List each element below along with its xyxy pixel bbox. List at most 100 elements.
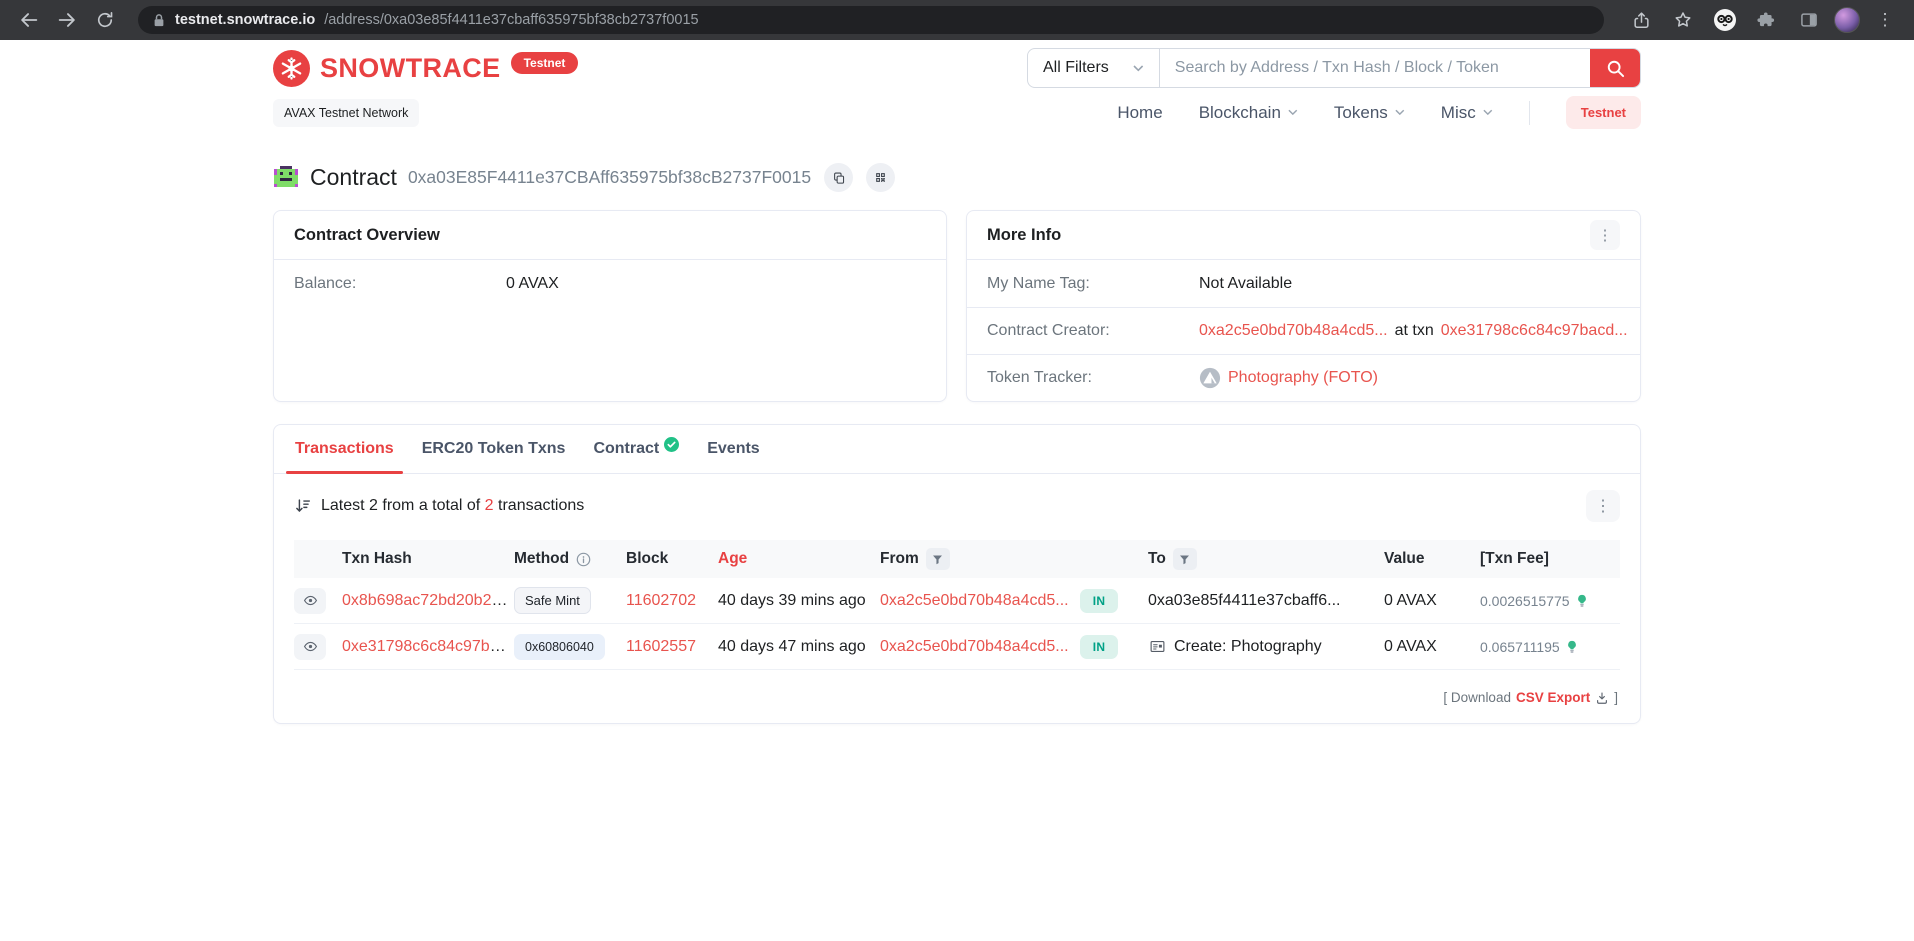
- from-address-link[interactable]: 0xa2c5e0bd70b48a4cd5...: [880, 592, 1069, 609]
- address-bar[interactable]: testnet.snowtrace.io/address/0xa03e85f44…: [138, 6, 1604, 34]
- gas-bulb-icon[interactable]: [1575, 593, 1589, 609]
- contract-identicon: [273, 166, 299, 190]
- more-info-menu-button[interactable]: ⋮: [1590, 220, 1620, 250]
- chevron-down-icon: [1133, 65, 1144, 72]
- col-txn-fee: [Txn Fee]: [1480, 550, 1620, 568]
- search-button[interactable]: [1590, 49, 1640, 87]
- age-value: 40 days 47 mins ago: [718, 638, 876, 656]
- nav-blockchain[interactable]: Blockchain: [1199, 103, 1298, 123]
- tab-erc20-token-txns[interactable]: ERC20 Token Txns: [408, 425, 580, 473]
- creator-txn-link[interactable]: 0xe31798c6c84c97bacd...: [1441, 322, 1628, 340]
- txn-hash-link[interactable]: 0x8b698ac72bd20b2a64...: [342, 592, 510, 609]
- copy-address-button[interactable]: [824, 163, 853, 192]
- to-address: 0xa03e85f4411e37cbaff6...: [1148, 592, 1380, 610]
- eye-icon: [303, 593, 318, 608]
- lock-icon: [152, 13, 166, 28]
- from-address-link[interactable]: 0xa2c5e0bd70b48a4cd5...: [880, 638, 1069, 655]
- direction-badge: IN: [1080, 589, 1118, 613]
- direction-badge: IN: [1080, 635, 1118, 659]
- url-host: testnet.snowtrace.io: [175, 12, 315, 28]
- age-value: 40 days 39 mins ago: [718, 592, 876, 610]
- snowtrace-logo-icon: [273, 50, 310, 87]
- search-input[interactable]: [1160, 49, 1590, 87]
- copy-icon: [832, 171, 846, 185]
- download-icon: [1595, 691, 1609, 705]
- page-title: Contract 0xa03E85F4411e37CBAff635975bf38…: [273, 163, 1641, 192]
- chevron-down-icon: [1288, 109, 1298, 116]
- col-value: Value: [1384, 550, 1476, 568]
- reload-icon[interactable]: [88, 4, 122, 36]
- qr-code-icon: [874, 171, 887, 184]
- main-content: Contract 0xa03E85F4411e37CBAff635975bf38…: [273, 163, 1641, 724]
- value-cell: 0 AVAX: [1384, 638, 1476, 656]
- info-icon[interactable]: [576, 552, 591, 567]
- block-link[interactable]: 11602702: [626, 592, 696, 609]
- forward-icon[interactable]: [50, 4, 84, 36]
- chevron-down-icon: [1395, 109, 1405, 116]
- txn-summary-text: Latest 2 from a total of 2 transactions: [321, 497, 584, 515]
- nav-misc[interactable]: Misc: [1441, 103, 1493, 123]
- share-icon[interactable]: [1624, 4, 1658, 36]
- contract-creator-label: Contract Creator:: [987, 322, 1199, 340]
- col-from: From: [880, 548, 1076, 570]
- search-filter-dropdown[interactable]: All Filters: [1028, 49, 1160, 87]
- preview-txn-button[interactable]: [294, 588, 326, 614]
- back-icon[interactable]: [12, 4, 46, 36]
- sort-icon: [294, 497, 312, 515]
- block-link[interactable]: 11602557: [626, 638, 696, 655]
- verified-check-icon: [664, 437, 679, 452]
- contract-address: 0xa03E85F4411e37CBAff635975bf38cB2737F00…: [408, 167, 811, 188]
- owl-extension-icon[interactable]: [1708, 4, 1742, 36]
- chevron-down-icon: [1483, 109, 1493, 116]
- col-txn-hash: Txn Hash: [342, 550, 510, 568]
- eye-icon: [303, 639, 318, 654]
- preview-txn-button[interactable]: [294, 634, 326, 660]
- nav-home[interactable]: Home: [1117, 103, 1162, 123]
- profile-avatar[interactable]: [1834, 7, 1860, 33]
- snowtrace-logo[interactable]: SNOWTRACE Testnet: [273, 50, 578, 87]
- gas-bulb-icon[interactable]: [1565, 639, 1579, 655]
- txn-total-count: 2: [485, 497, 494, 514]
- main-nav: Home Blockchain Tokens Misc Testnet: [1117, 96, 1641, 129]
- search-bar: All Filters: [1027, 48, 1641, 88]
- contract-overview-card: Contract Overview Balance: 0 AVAX: [273, 210, 947, 402]
- col-method: Method: [514, 550, 622, 568]
- nav-tokens[interactable]: Tokens: [1334, 103, 1405, 123]
- transactions-menu-button[interactable]: ⋮: [1586, 490, 1620, 522]
- creator-address-link[interactable]: 0xa2c5e0bd70b48a4cd5...: [1199, 322, 1388, 340]
- col-block: Block: [626, 550, 714, 568]
- from-filter-button[interactable]: [926, 548, 950, 570]
- tab-transactions[interactable]: Transactions: [281, 425, 408, 473]
- site-header: SNOWTRACE Testnet All Filters AVAX Testn…: [0, 40, 1914, 141]
- chrome-menu-icon[interactable]: ⋮: [1868, 4, 1902, 36]
- side-panel-icon[interactable]: [1792, 4, 1826, 36]
- more-info-card-title: More Info: [987, 226, 1061, 245]
- table-header-row: Txn Hash Method Block Age From To Value …: [294, 540, 1620, 578]
- table-row: 0x8b698ac72bd20b2a64... Safe Mint 116027…: [294, 578, 1620, 624]
- url-path: /address/0xa03e85f4411e37cbaff635975bf38…: [324, 12, 698, 28]
- search-filter-label: All Filters: [1043, 59, 1109, 77]
- browser-chrome: testnet.snowtrace.io/address/0xa03e85f44…: [0, 0, 1914, 40]
- name-tag-value: Not Available: [1199, 275, 1292, 293]
- brand-testnet-badge: Testnet: [511, 52, 579, 74]
- transactions-table: Txn Hash Method Block Age From To Value …: [294, 540, 1620, 670]
- page-type-label: Contract: [310, 164, 397, 191]
- to-filter-button[interactable]: [1173, 548, 1197, 570]
- token-tracker-link[interactable]: Photography (FOTO): [1228, 369, 1378, 387]
- tab-events[interactable]: Events: [693, 425, 773, 473]
- nav-testnet-button[interactable]: Testnet: [1566, 96, 1641, 129]
- tab-contract[interactable]: Contract: [579, 425, 693, 473]
- method-badge: 0x60806040: [514, 634, 605, 660]
- csv-export-row: [ Download CSV Export ]: [294, 670, 1620, 713]
- qr-code-button[interactable]: [866, 163, 895, 192]
- overview-card-title: Contract Overview: [294, 226, 440, 245]
- token-logo-icon: [1199, 367, 1221, 389]
- bookmark-star-icon[interactable]: [1666, 4, 1700, 36]
- extensions-puzzle-icon[interactable]: [1750, 4, 1784, 36]
- method-badge: Safe Mint: [514, 587, 591, 614]
- txn-fee-cell: 0.0026515775: [1480, 593, 1620, 609]
- csv-export-link[interactable]: CSV Export: [1516, 690, 1590, 705]
- col-age[interactable]: Age: [718, 550, 876, 568]
- txn-hash-link[interactable]: 0xe31798c6c84c97bacd...: [342, 638, 510, 655]
- tabs-bar: Transactions ERC20 Token Txns Contract E…: [274, 425, 1640, 474]
